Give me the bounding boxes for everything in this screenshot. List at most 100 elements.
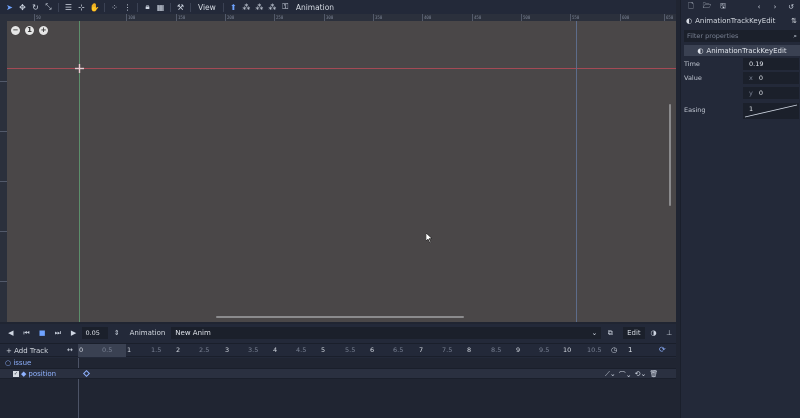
zoom-in-button[interactable]: + (39, 26, 48, 35)
ruler-tick: 150 (176, 14, 186, 21)
key-scale-icon[interactable]: ⁂ (266, 1, 279, 14)
ruler-tick-left (0, 131, 7, 132)
key-position-icon[interactable]: ⁂ (240, 1, 253, 14)
zoom-out-button[interactable]: − (11, 26, 20, 35)
timeline-header: + Add Track ↔ 0 0.5 1 1.5 2 2.5 3 3.5 4 … (0, 343, 676, 357)
view-menu[interactable]: View (194, 3, 220, 12)
track-list: ○ issue ✓ ◆ position ⟋⌄ ⌒⌄ ⟲⌄ 🗑︎ (0, 358, 676, 418)
loop-icon[interactable]: ⟳ (659, 345, 666, 354)
zoom-controls: − 1 + (11, 26, 48, 35)
rotate-icon[interactable]: ↻ (29, 1, 42, 14)
save-icon[interactable]: 🖫︎ (716, 0, 730, 14)
easing-curve-editor[interactable]: 1 (743, 103, 799, 119)
ruler-top: 50 100 150 200 250 300 350 400 450 500 5… (0, 14, 676, 21)
bone-icon[interactable]: ⚒ (174, 1, 187, 14)
edit-button[interactable]: Edit (623, 327, 645, 339)
pivot-icon[interactable]: ⊹ (75, 1, 88, 14)
interpolation-mode-icon[interactable]: ⌒⌄ (619, 370, 632, 380)
grid-icon[interactable]: ⋮ (121, 1, 134, 14)
animation-length-value[interactable]: 1 (628, 346, 632, 354)
time-field[interactable]: 0.19 (743, 58, 799, 70)
update-mode-icon[interactable]: ⟋⌄ (605, 370, 616, 380)
mouse-cursor-icon (426, 233, 433, 243)
timeline-tick: 7 (419, 346, 424, 354)
toolbar-separator (170, 2, 171, 12)
snap-icon[interactable]: ⁘ (108, 1, 121, 14)
animation-menu[interactable]: Animation (292, 3, 338, 12)
time-label: Time (684, 60, 700, 68)
spinner-icon[interactable]: ⇕ (110, 326, 124, 340)
track-type-icon: ◆ (21, 370, 27, 378)
autoplay-icon[interactable]: ⧉ (603, 326, 617, 340)
animation-name: New Anim (175, 329, 211, 337)
pin-icon[interactable]: ⊥ (662, 326, 676, 340)
object-tools-icon[interactable]: ⇅ (791, 17, 797, 25)
vertical-scrollbar[interactable] (669, 104, 671, 206)
value-x: 0 (758, 74, 763, 82)
loop-wrap-icon[interactable]: ⟲⌄ (635, 370, 647, 380)
canvas-viewport[interactable]: 50 100 150 200 250 300 350 400 450 500 5… (0, 14, 676, 322)
move-icon[interactable]: ✥ (16, 1, 29, 14)
group-icon[interactable]: ▦ (154, 1, 167, 14)
onion-skin-icon[interactable]: ◑ (647, 326, 661, 340)
track-group-node[interactable]: ○ issue (5, 359, 31, 367)
ruler-tick-left (0, 181, 7, 182)
inspector-section-header[interactable]: ◐ AnimationTrackKeyEdit (684, 45, 800, 56)
filter-properties-input[interactable]: Filter properties ⌕ (684, 30, 800, 42)
timeline-start-line (78, 358, 79, 418)
horizontal-scrollbar[interactable] (216, 316, 464, 318)
zoom-track-icon[interactable]: ↔ (67, 346, 73, 354)
animation-panel: ◀ ⏮ ■ ⏭ ▶ 0.05 ⇕ Animation New Anim ⌄ ⧉ … (0, 324, 676, 418)
animation-menu-button[interactable]: Animation (126, 329, 170, 337)
key-icon[interactable]: ⚿ (279, 1, 292, 14)
select-icon[interactable]: ➤ (3, 1, 16, 14)
insert-key-icon[interactable]: ⬆ (227, 1, 240, 14)
add-track-button[interactable]: + Add Track (6, 347, 48, 355)
new-resource-icon[interactable]: 🗋︎ (684, 0, 698, 14)
inspector-object-title: ◐ AnimationTrackKeyEdit ⇅ (681, 15, 800, 27)
timeline-tick: 9.5 (539, 346, 550, 354)
easing-curve-icon (744, 104, 798, 118)
section-title: AnimationTrackKeyEdit (706, 46, 787, 55)
position-marker-icon[interactable] (75, 64, 84, 73)
animation-position-field[interactable]: 0.05 (82, 327, 108, 339)
play-backwards-from-end-icon[interactable]: ⏮ (20, 326, 34, 340)
scale-icon[interactable]: ⤡ (42, 1, 55, 14)
back-icon[interactable]: ‹ (752, 0, 766, 14)
canvas-toolbar: ➤ ✥ ↻ ⤡ ☰ ⊹ ✋ ⁘ ⋮ 🔒︎ ▦ ⚒ View ⬆ ⁂ ⁂ ⁂ ⚿ … (0, 0, 676, 14)
animation-select[interactable]: New Anim ⌄ (171, 327, 602, 339)
zoom-reset-button[interactable]: 1 (25, 26, 34, 35)
timeline-tick: 6.5 (393, 346, 404, 354)
track-options: ⟋⌄ ⌒⌄ ⟲⌄ 🗑︎ (605, 370, 658, 380)
history-icon[interactable]: ↺ (784, 0, 798, 14)
ruler-tick: 300 (324, 14, 334, 21)
pan-icon[interactable]: ✋ (88, 1, 101, 14)
ruler-tick: 250 (274, 14, 284, 21)
key-rotation-icon[interactable]: ⁂ (253, 1, 266, 14)
animation-toolbar: ◀ ⏮ ■ ⏭ ▶ 0.05 ⇕ Animation New Anim ⌄ ⧉ … (0, 324, 676, 342)
track-row[interactable]: ✓ ◆ position ⟋⌄ ⌒⌄ ⟲⌄ 🗑︎ (0, 368, 676, 379)
delete-track-icon[interactable]: 🗑︎ (649, 370, 658, 380)
value-y-field[interactable]: y0 (743, 87, 799, 99)
list-select-icon[interactable]: ☰ (62, 1, 75, 14)
lock-icon[interactable]: 🔒︎ (141, 1, 154, 14)
timeline-tick: 5 (321, 346, 326, 354)
length-clock-icon: ◷ (611, 346, 618, 354)
filter-placeholder: Filter properties (687, 32, 739, 40)
chevron-down-icon: ⌄ (591, 329, 598, 337)
play-backwards-icon[interactable]: ◀ (4, 326, 18, 340)
value-x-field[interactable]: x0 (743, 72, 799, 84)
play-icon[interactable]: ▶ (67, 326, 81, 340)
ruler-tick: 350 (373, 14, 383, 21)
timeline-tick: 4 (273, 346, 278, 354)
keyframe-marker[interactable] (82, 369, 91, 378)
ruler-tick: 600 (620, 14, 630, 21)
ruler-tick-left (0, 231, 7, 232)
play-from-start-icon[interactable]: ⏭ (51, 326, 65, 340)
open-folder-icon[interactable]: 🗁︎ (700, 0, 714, 14)
forward-icon[interactable]: › (768, 0, 782, 14)
track-enabled-checkbox[interactable]: ✓ (13, 371, 19, 377)
stop-icon[interactable]: ■ (35, 326, 49, 340)
track-group-name: issue (13, 359, 32, 367)
search-icon: ⌕ (793, 31, 797, 40)
